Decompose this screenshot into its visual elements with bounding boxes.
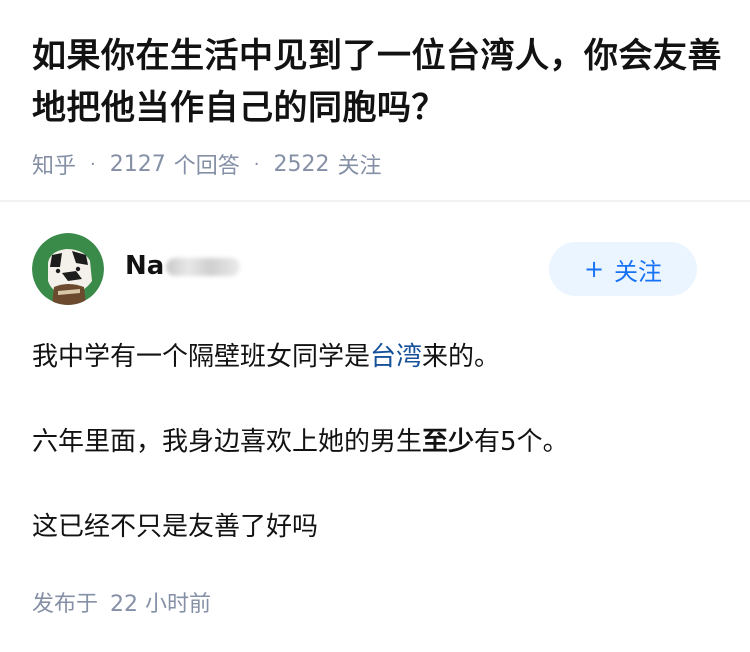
question-header: 如果你在生活中见到了一位台湾人，你会友善地把他当作自己的同胞吗？ 知乎 · 21… <box>32 30 722 180</box>
bold-text: 至少 <box>422 427 475 457</box>
post-time-value: 22 小时前 <box>110 592 212 617</box>
answer-text: 来的。 <box>422 342 501 372</box>
answers-label[interactable]: 个回答 <box>174 148 240 180</box>
meta-separator: · <box>90 153 96 175</box>
answer-text: 这已经不只是友善了好吗 <box>32 512 319 542</box>
author-name-blur <box>166 257 241 276</box>
plus-icon: + <box>583 255 605 283</box>
answers-count: 2127 <box>109 151 166 177</box>
followers-label[interactable]: 关注 <box>338 148 382 180</box>
topic-link[interactable]: 台湾 <box>370 342 422 372</box>
post-time: 发布于 22 小时前 <box>32 586 211 618</box>
source-label[interactable]: 知乎 <box>32 148 76 180</box>
question-meta: 知乎 · 2127 个回答 · 2522 关注 <box>32 148 722 180</box>
follow-button[interactable]: + 关注 <box>549 242 697 296</box>
question-title[interactable]: 如果你在生活中见到了一位台湾人，你会友善地把他当作自己的同胞吗？ <box>32 30 722 134</box>
post-time-label: 发布于 <box>32 592 99 617</box>
answer-text: 六年里面，我身边喜欢上她的男生 <box>32 427 423 457</box>
meta-separator: · <box>253 153 260 175</box>
follow-label: 关注 <box>614 257 663 286</box>
author-name[interactable]: Na <box>125 251 241 281</box>
answer-paragraph: 这已经不只是友善了好吗 <box>32 507 722 547</box>
answer-content: 我中学有一个隔壁班女同学是台湾来的。 六年里面，我身边喜欢上她的男生至少有5个。… <box>32 337 722 592</box>
cartoon-avatar-icon[interactable] <box>32 233 104 305</box>
answer-text: 有5个。 <box>474 427 569 457</box>
answer-text: 我中学有一个隔壁班女同学是 <box>32 342 371 372</box>
section-divider <box>0 200 750 202</box>
answer-paragraph: 六年里面，我身边喜欢上她的男生至少有5个。 <box>32 422 722 462</box>
author-row: Na + 关注 <box>32 233 718 305</box>
answer-paragraph: 我中学有一个隔壁班女同学是台湾来的。 <box>32 337 722 377</box>
author-name-text: Na <box>125 251 165 281</box>
followers-count: 2522 <box>273 151 330 177</box>
